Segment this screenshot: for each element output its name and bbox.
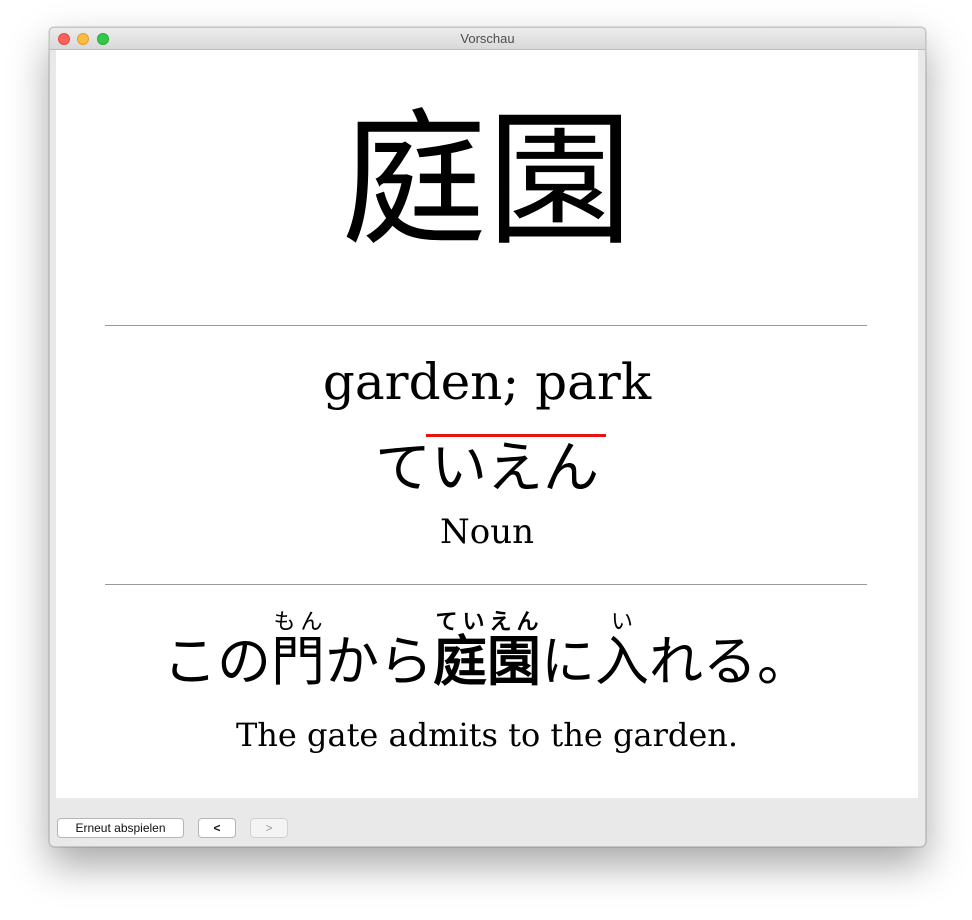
previous-button[interactable]: < [198,818,236,838]
example-word-gate: 門もん [271,610,325,694]
example-sentence: この門もんから庭園ていえんに入いれる。 [56,610,918,695]
furigana-focus: ていえん [433,610,541,635]
card-reading: ていえん [375,436,599,501]
furigana-enter: い [595,610,649,635]
next-button[interactable]: > [250,818,288,838]
example-translation: The gate admits to the garden. [235,716,739,754]
example-text-pre: この [163,630,271,693]
replay-button[interactable]: Erneut abspielen [57,818,184,838]
card-kanji: 庭園 [341,96,633,266]
example-text-mid2: に [541,630,595,693]
card-meaning: garden; park [322,353,652,411]
window-title: Vorschau [460,31,515,46]
example-text-mid: から [325,630,433,693]
divider-top [105,325,867,326]
part-of-speech: Noun [439,512,534,552]
furigana-gate: もん [271,610,325,635]
example-focus-word: 庭園ていえん [433,610,541,694]
divider-bottom [105,584,867,585]
example-text-post: れる。 [649,630,811,693]
example-word-enter: 入い [595,610,649,694]
card-preview: 庭園 garden; park ていえん Noun この門もんから庭園ていえんに… [56,50,918,798]
title-bar[interactable]: Vorschau [50,28,925,50]
preview-window: Vorschau 庭園 garden; park ていえん Noun この門もん… [49,27,926,847]
